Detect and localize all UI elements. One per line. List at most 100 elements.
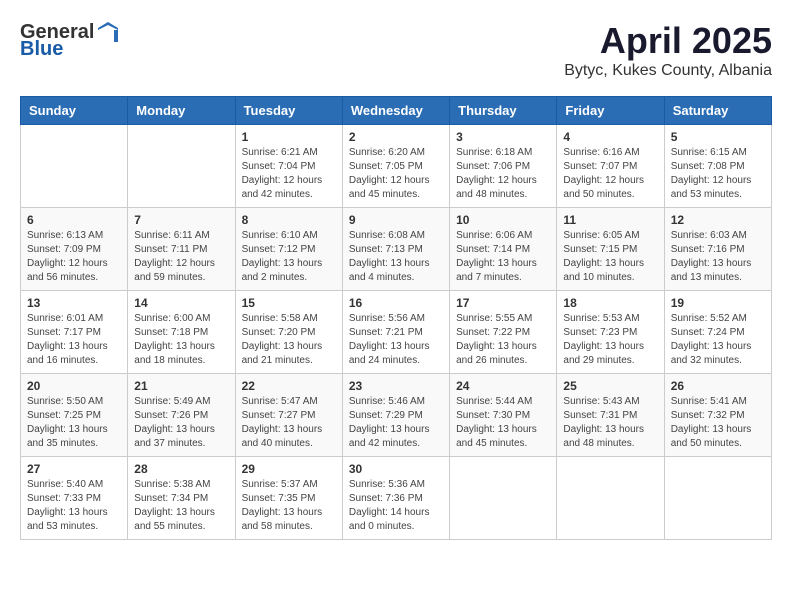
calendar-table: SundayMondayTuesdayWednesdayThursdayFrid… [20,96,772,540]
day-info: Sunrise: 5:46 AM Sunset: 7:29 PM Dayligh… [349,395,443,451]
title-section: April 2025 Bytyc, Kukes County, Albania [564,20,772,80]
logo-blue-text: Blue [20,38,63,61]
calendar-cell: 2 Sunrise: 6:20 AM Sunset: 7:05 PM Daylig… [342,125,449,208]
day-number: 15 [242,296,336,310]
weekday-header-tuesday: Tuesday [235,97,342,125]
calendar-cell: 16 Sunrise: 5:56 AM Sunset: 7:21 PM Dayli… [342,291,449,374]
day-info: Sunrise: 5:41 AM Sunset: 7:32 PM Dayligh… [671,395,765,451]
day-info: Sunrise: 6:13 AM Sunset: 7:09 PM Dayligh… [27,229,121,285]
day-info: Sunrise: 6:08 AM Sunset: 7:13 PM Dayligh… [349,229,443,285]
day-info: Sunrise: 6:05 AM Sunset: 7:15 PM Dayligh… [563,229,657,285]
calendar-cell: 21 Sunrise: 5:49 AM Sunset: 7:26 PM Dayli… [128,374,235,457]
calendar-cell: 15Sunrise: 5:58 AM Sunset: 7:20 PM Dayli… [235,291,342,374]
calendar-cell [450,457,557,540]
day-info: Sunrise: 6:16 AM Sunset: 7:07 PM Dayligh… [563,146,657,202]
calendar-week-row: 13Sunrise: 6:01 AM Sunset: 7:17 PM Dayli… [21,291,772,374]
day-number: 3 [456,130,550,144]
weekday-header-sunday: Sunday [21,97,128,125]
day-number: 25 [563,379,657,393]
weekday-header-friday: Friday [557,97,664,125]
day-number: 19 [671,296,765,310]
day-number: 9 [349,213,443,227]
day-number: 24 [456,379,550,393]
weekday-header-monday: Monday [128,97,235,125]
day-info: Sunrise: 5:55 AM Sunset: 7:22 PM Dayligh… [456,312,550,368]
day-info: Sunrise: 6:21 AM Sunset: 7:04 PM Dayligh… [242,146,336,202]
day-number: 29 [242,462,336,476]
calendar-cell: 28 Sunrise: 5:38 AM Sunset: 7:34 PM Dayli… [128,457,235,540]
calendar-cell: 26 Sunrise: 5:41 AM Sunset: 7:32 PM Dayli… [664,374,771,457]
calendar-cell: 18 Sunrise: 5:53 AM Sunset: 7:23 PM Dayli… [557,291,664,374]
calendar-cell: 11Sunrise: 6:05 AM Sunset: 7:15 PM Dayli… [557,208,664,291]
day-info: Sunrise: 5:53 AM Sunset: 7:23 PM Dayligh… [563,312,657,368]
day-number: 20 [27,379,121,393]
day-info: Sunrise: 5:47 AM Sunset: 7:27 PM Dayligh… [242,395,336,451]
calendar-cell: 3Sunrise: 6:18 AM Sunset: 7:06 PM Daylig… [450,125,557,208]
day-info: Sunrise: 6:20 AM Sunset: 7:05 PM Dayligh… [349,146,443,202]
calendar-cell: 4 Sunrise: 6:16 AM Sunset: 7:07 PM Daylig… [557,125,664,208]
day-info: Sunrise: 5:36 AM Sunset: 7:36 PM Dayligh… [349,478,443,534]
calendar-cell: 13Sunrise: 6:01 AM Sunset: 7:17 PM Dayli… [21,291,128,374]
calendar-cell [21,125,128,208]
day-number: 2 [349,130,443,144]
day-number: 14 [134,296,228,310]
calendar-cell: 6 Sunrise: 6:13 AM Sunset: 7:09 PM Daylig… [21,208,128,291]
day-number: 18 [563,296,657,310]
day-number: 4 [563,130,657,144]
calendar-cell: 27Sunrise: 5:40 AM Sunset: 7:33 PM Dayli… [21,457,128,540]
day-info: Sunrise: 5:50 AM Sunset: 7:25 PM Dayligh… [27,395,121,451]
day-number: 10 [456,213,550,227]
calendar-week-row: 27Sunrise: 5:40 AM Sunset: 7:33 PM Dayli… [21,457,772,540]
day-info: Sunrise: 5:37 AM Sunset: 7:35 PM Dayligh… [242,478,336,534]
day-number: 7 [134,213,228,227]
calendar-cell: 7 Sunrise: 6:11 AM Sunset: 7:11 PM Daylig… [128,208,235,291]
calendar-cell: 19 Sunrise: 5:52 AM Sunset: 7:24 PM Dayli… [664,291,771,374]
day-info: Sunrise: 6:06 AM Sunset: 7:14 PM Dayligh… [456,229,550,285]
day-number: 21 [134,379,228,393]
day-info: Sunrise: 6:00 AM Sunset: 7:18 PM Dayligh… [134,312,228,368]
calendar-cell: 17Sunrise: 5:55 AM Sunset: 7:22 PM Dayli… [450,291,557,374]
day-info: Sunrise: 6:11 AM Sunset: 7:11 PM Dayligh… [134,229,228,285]
day-number: 22 [242,379,336,393]
calendar-week-row: 20 Sunrise: 5:50 AM Sunset: 7:25 PM Dayli… [21,374,772,457]
day-number: 16 [349,296,443,310]
weekday-header-row: SundayMondayTuesdayWednesdayThursdayFrid… [21,97,772,125]
calendar-week-row: 6 Sunrise: 6:13 AM Sunset: 7:09 PM Daylig… [21,208,772,291]
day-number: 27 [27,462,121,476]
weekday-header-saturday: Saturday [664,97,771,125]
calendar-cell: 14 Sunrise: 6:00 AM Sunset: 7:18 PM Dayli… [128,291,235,374]
day-number: 5 [671,130,765,144]
day-number: 28 [134,462,228,476]
calendar-cell: 23 Sunrise: 5:46 AM Sunset: 7:29 PM Dayli… [342,374,449,457]
day-info: Sunrise: 6:01 AM Sunset: 7:17 PM Dayligh… [27,312,121,368]
calendar-cell: 10 Sunrise: 6:06 AM Sunset: 7:14 PM Dayli… [450,208,557,291]
calendar-cell: 29 Sunrise: 5:37 AM Sunset: 7:35 PM Dayli… [235,457,342,540]
day-info: Sunrise: 5:52 AM Sunset: 7:24 PM Dayligh… [671,312,765,368]
day-number: 1 [242,130,336,144]
day-number: 23 [349,379,443,393]
day-number: 26 [671,379,765,393]
calendar-cell [664,457,771,540]
day-info: Sunrise: 6:15 AM Sunset: 7:08 PM Dayligh… [671,146,765,202]
day-info: Sunrise: 5:38 AM Sunset: 7:34 PM Dayligh… [134,478,228,534]
calendar-week-row: 1 Sunrise: 6:21 AM Sunset: 7:04 PM Daylig… [21,125,772,208]
calendar-cell: 20 Sunrise: 5:50 AM Sunset: 7:25 PM Dayli… [21,374,128,457]
weekday-header-thursday: Thursday [450,97,557,125]
calendar-cell: 12Sunrise: 6:03 AM Sunset: 7:16 PM Dayli… [664,208,771,291]
page-header: General Blue April 2025 Bytyc, Kukes Cou… [20,20,772,80]
location-title: Bytyc, Kukes County, Albania [564,62,772,80]
day-number: 30 [349,462,443,476]
calendar-cell: 1 Sunrise: 6:21 AM Sunset: 7:04 PM Daylig… [235,125,342,208]
calendar-cell: 22 Sunrise: 5:47 AM Sunset: 7:27 PM Dayli… [235,374,342,457]
weekday-header-wednesday: Wednesday [342,97,449,125]
logo: General Blue [20,20,120,61]
calendar-cell [557,457,664,540]
calendar-cell: 25Sunrise: 5:43 AM Sunset: 7:31 PM Dayli… [557,374,664,457]
day-info: Sunrise: 6:03 AM Sunset: 7:16 PM Dayligh… [671,229,765,285]
day-info: Sunrise: 5:44 AM Sunset: 7:30 PM Dayligh… [456,395,550,451]
day-number: 8 [242,213,336,227]
calendar-cell [128,125,235,208]
day-number: 6 [27,213,121,227]
day-info: Sunrise: 5:56 AM Sunset: 7:21 PM Dayligh… [349,312,443,368]
day-info: Sunrise: 5:49 AM Sunset: 7:26 PM Dayligh… [134,395,228,451]
